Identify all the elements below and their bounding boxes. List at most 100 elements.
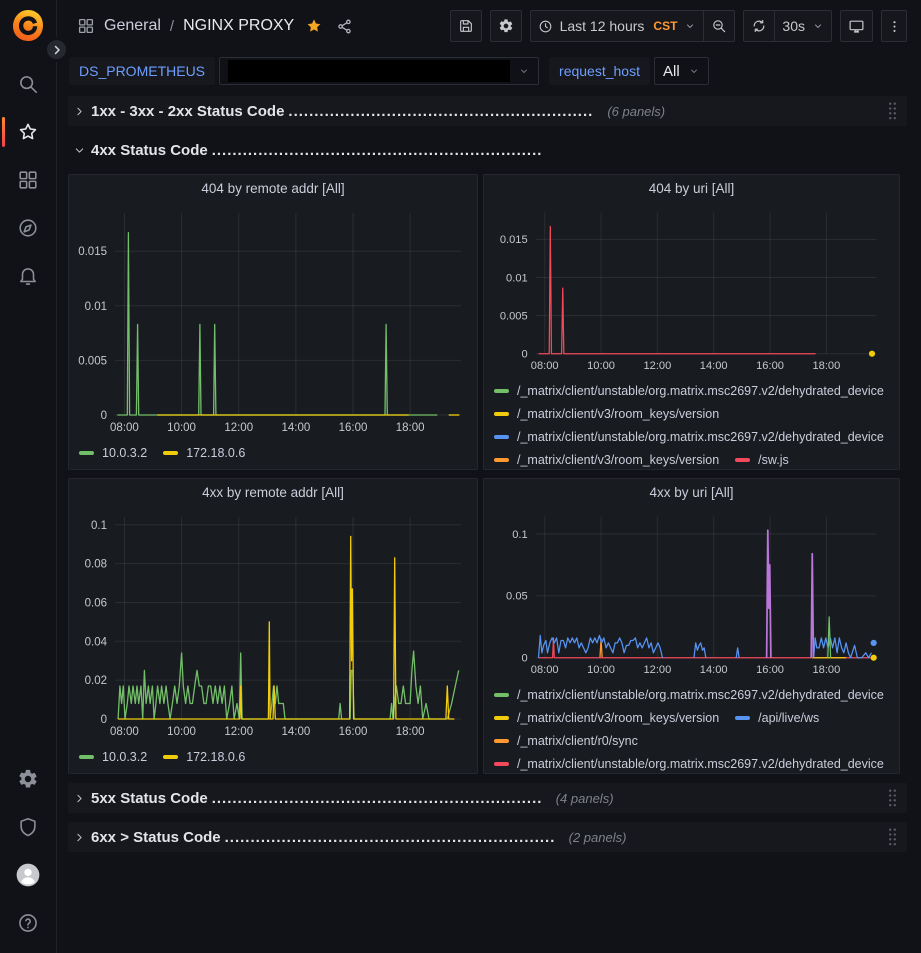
legend-swatch-icon	[163, 451, 178, 455]
svg-text:08:00: 08:00	[110, 422, 139, 434]
panel-404-by-uri-all-: 404 by uri [All]08:0010:0012:0014:0016:0…	[483, 174, 900, 470]
chart-canvas[interactable]: 08:0010:0012:0014:0016:0018:0000.0050.01…	[69, 203, 475, 437]
legend-item[interactable]: /_matrix/client/r0/sync	[494, 731, 638, 750]
row-title: 5xx Status Code	[91, 790, 208, 807]
svg-text:0.05: 0.05	[506, 591, 528, 603]
clock-icon	[538, 19, 553, 34]
zoom-out-time-button[interactable]	[703, 10, 735, 42]
sidebar-item-alerting[interactable]	[0, 252, 56, 300]
row-drag-handle-icon[interactable]	[886, 101, 899, 121]
save-icon	[458, 18, 474, 34]
panel-title[interactable]: 4xx by remote addr [All]	[69, 479, 477, 507]
svg-text:18:00: 18:00	[812, 360, 840, 372]
legend-label: /_matrix/client/v3/room_keys/version	[517, 711, 719, 725]
legend-item[interactable]: /_matrix/client/v3/room_keys/version	[494, 404, 719, 423]
row-panel-count: (2 panels)	[569, 830, 627, 845]
row-header-3[interactable]: 5xx Status Code.........................…	[68, 783, 907, 813]
legend-item[interactable]: /_matrix/client/unstable/org.matrix.msc2…	[494, 427, 884, 446]
breadcrumb-folder[interactable]: General	[104, 17, 161, 35]
tv-mode-button[interactable]	[840, 10, 873, 42]
legend-item[interactable]: /sw.js	[735, 450, 789, 469]
legend-item[interactable]: /api/live/ws	[735, 708, 819, 727]
sidebar-item-help[interactable]	[0, 899, 56, 947]
sidebar-item-starred[interactable]	[0, 108, 56, 156]
variable-request_host: request_hostAll	[549, 57, 709, 85]
sidebar-item-search[interactable]	[0, 60, 56, 108]
sidebar-item-server-admin[interactable]	[0, 803, 56, 851]
time-range-label: Last 12 hours	[560, 18, 645, 34]
chevron-down-icon	[73, 144, 86, 157]
refresh-interval-picker[interactable]: 30s	[774, 10, 832, 42]
legend-label: 10.0.3.2	[102, 446, 147, 460]
variable-label[interactable]: request_host	[549, 57, 650, 85]
legend-item[interactable]: 10.0.3.2	[79, 443, 147, 462]
svg-text:0: 0	[521, 349, 527, 361]
dashboard-header: General / NGINX PROXY	[57, 0, 921, 52]
sidebar-item-explore[interactable]	[0, 204, 56, 252]
panel-title[interactable]: 404 by remote addr [All]	[69, 175, 477, 203]
page-title[interactable]: NGINX PROXY	[183, 17, 294, 35]
save-dashboard-button[interactable]	[450, 10, 482, 42]
svg-text:0.01: 0.01	[85, 301, 107, 313]
chevron-right-icon	[73, 105, 86, 118]
row-title: 6xx > Status Code	[91, 829, 221, 846]
favorite-star-button[interactable]	[303, 15, 325, 37]
gear-icon	[17, 768, 39, 790]
kebab-menu-icon	[887, 19, 902, 34]
row-header-1[interactable]: 1xx - 3xx - 2xx Status Code.............…	[68, 96, 907, 126]
svg-text:0.06: 0.06	[85, 597, 107, 609]
dashboard-settings-button[interactable]	[490, 10, 522, 42]
legend-item[interactable]: /_matrix/client/unstable/org.matrix.msc2…	[494, 754, 884, 773]
refresh-button[interactable]	[743, 10, 775, 42]
svg-text:08:00: 08:00	[531, 360, 559, 372]
svg-text:16:00: 16:00	[339, 726, 368, 738]
chevron-down-icon	[684, 20, 696, 32]
legend-item[interactable]: /_matrix/client/unstable/org.matrix.msc2…	[494, 685, 884, 704]
row-drag-handle-icon[interactable]	[886, 827, 899, 847]
variable-value-dropdown[interactable]	[219, 57, 539, 85]
legend-item[interactable]: 172.18.0.6	[163, 747, 245, 766]
panel-title[interactable]: 404 by uri [All]	[484, 175, 899, 203]
panel-404-by-remote-addr-all-: 404 by remote addr [All]08:0010:0012:001…	[68, 174, 478, 470]
chart-canvas[interactable]: 08:0010:0012:0014:0016:0018:0000.050.1	[484, 507, 897, 679]
svg-text:0.015: 0.015	[78, 246, 107, 258]
legend-label: 172.18.0.6	[186, 446, 245, 460]
panel-title[interactable]: 4xx by uri [All]	[484, 479, 899, 507]
grafana-logo-icon[interactable]	[8, 6, 48, 46]
legend-item[interactable]: /_matrix/client/v3/room_keys/version	[494, 708, 719, 727]
row-panel-count: (6 panels)	[607, 104, 665, 119]
chart-canvas[interactable]: 08:0010:0012:0014:0016:0018:0000.0050.01…	[484, 203, 897, 375]
breadcrumb-separator: /	[170, 18, 174, 35]
refresh-controls: 30s	[743, 10, 832, 42]
sidebar-item-configuration[interactable]	[0, 755, 56, 803]
monitor-icon	[848, 18, 865, 35]
variable-label[interactable]: DS_PROMETHEUS	[69, 57, 215, 85]
chart-canvas[interactable]: 08:0010:0012:0014:0016:0018:0000.020.040…	[69, 507, 475, 741]
panel-4xx-by-uri-all-: 4xx by uri [All]08:0010:0012:0014:0016:0…	[483, 478, 900, 774]
bell-icon	[17, 265, 39, 287]
share-button[interactable]	[334, 16, 355, 37]
svg-text:10:00: 10:00	[587, 360, 615, 372]
variable-value-dropdown[interactable]: All	[654, 57, 709, 85]
sidebar-expand-button[interactable]	[44, 37, 69, 62]
sidebar-item-dashboards[interactable]	[0, 156, 56, 204]
gear-icon	[498, 18, 514, 34]
row-drag-handle-icon[interactable]	[886, 788, 899, 808]
svg-text:10:00: 10:00	[167, 726, 196, 738]
svg-text:16:00: 16:00	[339, 422, 368, 434]
legend-item[interactable]: 10.0.3.2	[79, 747, 147, 766]
legend-swatch-icon	[494, 412, 509, 416]
legend-item[interactable]: /_matrix/client/v3/room_keys/version	[494, 450, 719, 469]
legend-label: /_matrix/client/unstable/org.matrix.msc2…	[517, 430, 884, 444]
row-header-4[interactable]: 6xx > Status Code.......................…	[68, 822, 907, 852]
more-options-button[interactable]	[881, 10, 907, 42]
time-range-picker[interactable]: Last 12 hours CST	[530, 10, 705, 42]
legend-item[interactable]: /_matrix/client/unstable/org.matrix.msc2…	[494, 381, 884, 400]
legend-item[interactable]: 172.18.0.6	[163, 443, 245, 462]
row-header-2[interactable]: 4xx Status Code.........................…	[68, 135, 907, 165]
variable-ds_prometheus: DS_PROMETHEUS	[69, 57, 539, 85]
main-area: General / NGINX PROXY	[57, 0, 921, 953]
legend-label: /_matrix/client/unstable/org.matrix.msc2…	[517, 757, 884, 771]
sidebar-item-profile[interactable]	[0, 851, 56, 899]
row-title-leader-dots: ........................................…	[212, 142, 542, 159]
